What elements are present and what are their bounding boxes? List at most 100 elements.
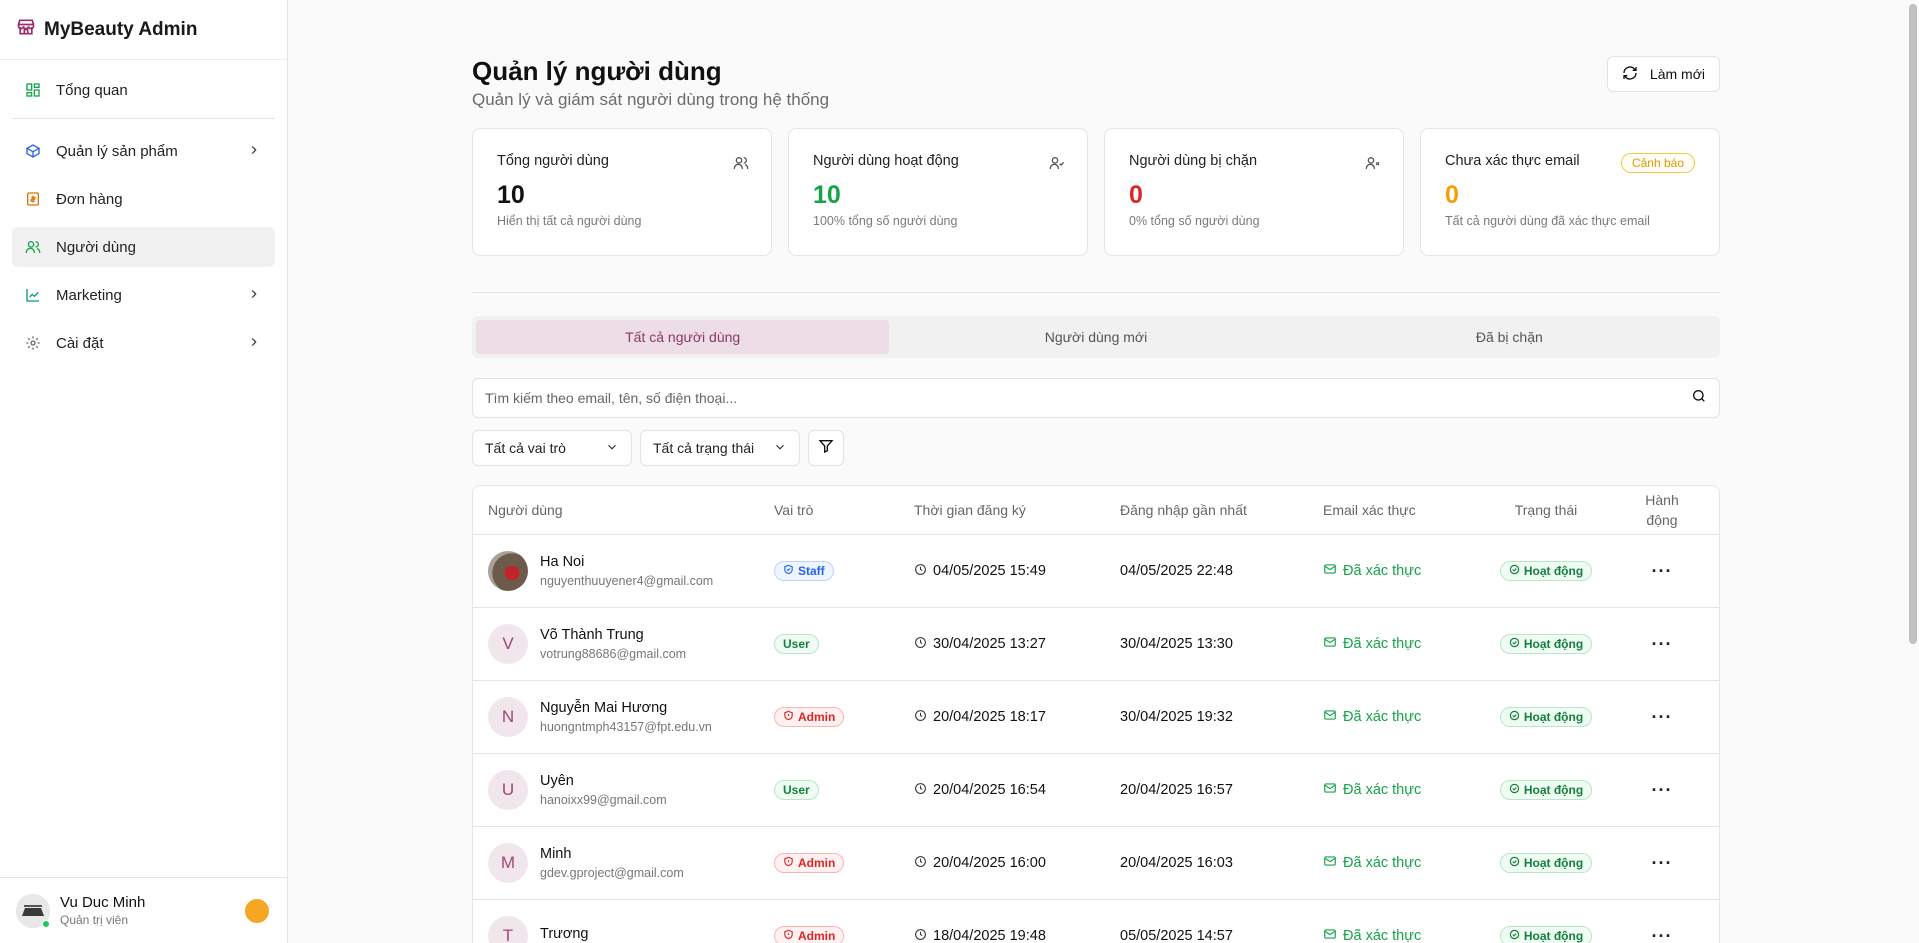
avatar[interactable]: V <box>488 624 528 664</box>
table-row[interactable]: M Minh gdev.gproject@gmail.com Admin 20/04/2… <box>473 827 1719 900</box>
role-label: Staff <box>798 564 825 578</box>
filter-button[interactable] <box>808 430 844 466</box>
actions-cell: ··· <box>1605 781 1719 799</box>
actions-cell: ··· <box>1605 708 1719 726</box>
avatar[interactable]: T <box>488 916 528 943</box>
stat-note: 0% tổng số người dùng <box>1129 214 1260 228</box>
user-cell: M Minh gdev.gproject@gmail.com <box>473 843 774 883</box>
more-actions-icon[interactable]: ··· <box>1652 562 1673 580</box>
role-filter-select[interactable]: Tất cả vai trò <box>472 430 632 466</box>
last-login-time: 30/04/2025 19:32 <box>1120 709 1233 725</box>
users-icon <box>24 238 42 256</box>
stat-card-unverified: Chưa xác thực email 0 Tất cả người dùng … <box>1420 128 1720 256</box>
user-name: Nguyễn Mai Hương <box>540 700 668 716</box>
sidebar-item-settings[interactable]: Cài đặt <box>12 323 275 363</box>
divider <box>472 292 1720 293</box>
clock-icon <box>914 563 927 580</box>
tab-blocked-users[interactable]: Đã bị chặn <box>1303 320 1716 354</box>
user-info: Nguyễn Mai Hương huongntmph43157@fpt.edu.… <box>540 700 712 734</box>
check-circle-icon <box>1509 564 1524 578</box>
email-verify-label: Đã xác thực <box>1343 928 1422 943</box>
scrollbar[interactable] <box>1909 4 1917 644</box>
actions-cell: ··· <box>1605 562 1719 580</box>
tab-all-users[interactable]: Tất cả người dùng <box>476 320 890 354</box>
status-badge: Hoạt động <box>1499 634 1593 654</box>
filter-bar: Tất cả vai trò Tất cả trạng thái <box>472 430 844 466</box>
avatar[interactable]: N <box>488 697 528 737</box>
refresh-button[interactable]: Làm mới <box>1606 56 1720 92</box>
sidebar-item-users[interactable]: Người dùng <box>12 227 275 267</box>
table-row[interactable]: Ha Noi nguyenthuuyener4@gmail.com Staff 04/… <box>473 535 1719 608</box>
more-actions-icon[interactable]: ··· <box>1652 927 1673 943</box>
brand[interactable]: MyBeauty Admin <box>0 0 287 60</box>
check-circle-icon <box>1509 783 1524 797</box>
avatar[interactable]: U <box>488 770 528 810</box>
main-content: Quản lý người dùng Quản lý và giám sát n… <box>288 0 1919 943</box>
table-row[interactable]: V Võ Thành Trung votrung88686@gmail.com Use… <box>473 608 1719 681</box>
role-cell: Admin <box>774 853 914 873</box>
status-label: Hoạt động <box>1523 564 1584 578</box>
role-label: Admin <box>798 710 836 724</box>
sidebar-user-panel[interactable]: Vu Duc Minh Quản trị viên <box>0 877 287 943</box>
registered-cell: 18/04/2025 19:48 <box>914 928 1120 943</box>
search-input[interactable] <box>485 390 1691 406</box>
theme-toggle[interactable] <box>245 898 269 923</box>
sidebar-nav: Tổng quan Quản lý sản phẩm Đơn hàng Ngườ… <box>0 60 287 381</box>
table-row[interactable]: N Nguyễn Mai Hương huongntmph43157@fpt.edu… <box>473 681 1719 754</box>
user-cell: Ha Noi nguyenthuuyener4@gmail.com <box>473 551 774 591</box>
more-actions-icon[interactable]: ··· <box>1652 854 1673 872</box>
sidebar-item-products[interactable]: Quản lý sản phẩm <box>12 131 275 171</box>
clock-icon <box>914 855 927 872</box>
registered-cell: 20/04/2025 16:54 <box>914 782 1120 799</box>
user-cell: U Uyên hanoixx99@gmail.com <box>473 770 774 810</box>
shield-check-icon <box>783 564 798 578</box>
user-info: Uyên hanoixx99@gmail.com <box>540 773 667 807</box>
tab-new-users[interactable]: Người dùng mới <box>889 320 1302 354</box>
stat-note: Tất cả người dùng đã xác thực email <box>1445 214 1650 228</box>
email-verify-cell: Đã xác thực <box>1323 635 1487 653</box>
user-check-icon <box>1049 155 1065 176</box>
stats-row: Tổng người dùng 10 Hiển thị tất cả người… <box>472 128 1720 256</box>
sidebar-item-overview[interactable]: Tổng quan <box>12 70 275 110</box>
status-cell: Hoạt động <box>1487 634 1605 654</box>
table-row[interactable]: U Uyên hanoixx99@gmail.com User 20/04/2025 1… <box>473 754 1719 827</box>
shield-alert-icon <box>783 710 798 724</box>
stat-value: 0 <box>1445 181 1459 209</box>
chevron-right-icon <box>247 335 261 353</box>
sidebar-item-label: Cài đặt <box>56 334 104 352</box>
status-filter-select[interactable]: Tất cả trạng thái <box>640 430 800 466</box>
user-cell: N Nguyễn Mai Hương huongntmph43157@fpt.edu… <box>473 697 774 737</box>
status-cell: Hoạt động <box>1487 561 1605 581</box>
user-info: Ha Noi nguyenthuuyener4@gmail.com <box>540 554 713 588</box>
table-row[interactable]: T Trương Admin 18/04/2025 19:48 05/05/2025 1… <box>473 900 1719 943</box>
col-header-actions: Hành động <box>1605 490 1719 530</box>
status-label: Hoạt động <box>1523 856 1584 870</box>
status-badge: Hoạt động <box>1499 707 1593 727</box>
clock-icon <box>914 928 927 943</box>
sidebar-item-marketing[interactable]: Marketing <box>12 275 275 315</box>
role-badge: Staff <box>774 561 834 581</box>
user-cell: T Trương <box>473 916 774 943</box>
stat-value: 10 <box>497 181 525 209</box>
stat-value: 10 <box>813 181 841 209</box>
registered-cell: 20/04/2025 18:17 <box>914 709 1120 726</box>
more-actions-icon[interactable]: ··· <box>1652 781 1673 799</box>
avatar[interactable] <box>16 893 50 928</box>
role-cell: User <box>774 634 914 654</box>
avatar[interactable]: M <box>488 843 528 883</box>
registered-cell: 20/04/2025 16:00 <box>914 855 1120 872</box>
sidebar-item-orders[interactable]: Đơn hàng <box>12 179 275 219</box>
avatar[interactable] <box>488 551 528 591</box>
last-login-time: 20/04/2025 16:57 <box>1120 782 1233 798</box>
more-actions-icon[interactable]: ··· <box>1652 708 1673 726</box>
role-badge: Admin <box>774 926 845 943</box>
check-circle-icon <box>1509 929 1524 943</box>
user-email: gdev.gproject@gmail.com <box>540 866 684 880</box>
more-actions-icon[interactable]: ··· <box>1652 635 1673 653</box>
role-label: User <box>783 783 810 797</box>
search-icon[interactable] <box>1691 388 1707 409</box>
registered-time: 30/04/2025 13:27 <box>933 636 1046 652</box>
status-badge: Hoạt động <box>1499 780 1593 800</box>
col-header-actions-line2: động <box>1646 512 1678 528</box>
status-label: Hoạt động <box>1523 783 1584 797</box>
